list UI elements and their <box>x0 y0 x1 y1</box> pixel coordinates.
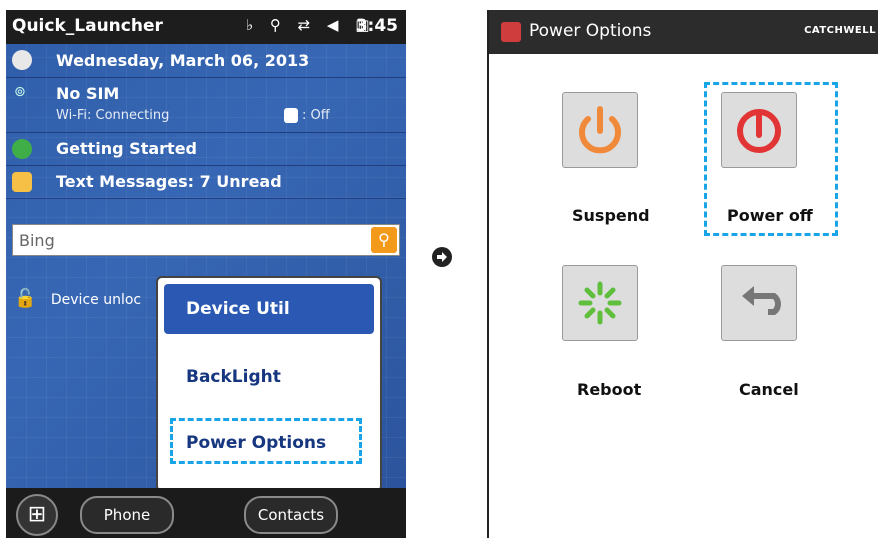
back-arrow-icon <box>742 286 781 315</box>
search-placeholder: Bing <box>19 231 55 250</box>
menu-item-device-util[interactable]: Device Util <box>164 284 374 334</box>
getting-started-row[interactable]: Getting Started <box>6 133 406 166</box>
phone-button[interactable]: Phone <box>80 496 174 534</box>
reboot-icon <box>578 281 622 325</box>
signal-icon: ⊚ <box>14 84 26 100</box>
reboot-label: Reboot <box>577 380 642 399</box>
search-icon[interactable]: ⚲ <box>371 227 397 253</box>
cancel-label: Cancel <box>739 380 799 399</box>
brand-logo: CATCHWELL <box>804 25 876 36</box>
app-title: Quick_Launcher <box>12 16 163 36</box>
wifi-status: Wi-Fi: Connecting <box>56 108 170 123</box>
cancel-button[interactable] <box>721 265 797 341</box>
left-phone-screen: Quick_Launcher ♭ ⚲ ⇄ ◀ ▥ 3:45 Wednesday,… <box>6 10 406 538</box>
suspend-button[interactable] <box>562 92 638 168</box>
messages-row[interactable]: Text Messages: 7 Unread <box>6 166 406 199</box>
unlock-text: Device unloc <box>50 292 142 308</box>
page-title: Power Options <box>529 21 652 41</box>
clock-icon <box>12 50 32 70</box>
suspend-label: Suspend <box>572 206 650 225</box>
clock: 3:45 <box>355 16 398 36</box>
bluetooth-icon <box>284 108 298 123</box>
contacts-button[interactable]: Contacts <box>244 496 338 534</box>
menu-item-backlight[interactable]: BackLight <box>164 352 374 402</box>
highlight-power-off <box>704 82 838 236</box>
status-bar: Quick_Launcher ♭ ⚲ ⇄ ◀ ▥ 3:45 <box>6 10 406 44</box>
date-text: Wednesday, March 06, 2013 <box>56 51 310 70</box>
device-unlock-row[interactable]: 🔓 Device unloc <box>14 288 141 309</box>
network-row[interactable]: ⊚ No SIM Wi-Fi: Connecting : Off <box>6 78 406 133</box>
search-input[interactable]: Bing ⚲ <box>12 224 400 256</box>
getting-started-icon <box>12 139 32 159</box>
bluetooth-status: : Off <box>302 108 330 123</box>
message-icon <box>12 172 32 192</box>
taskbar: ⊞ Phone Contacts <box>6 488 406 538</box>
arrow-right-icon <box>432 247 452 267</box>
start-button[interactable]: ⊞ <box>16 494 58 536</box>
getting-started-text: Getting Started <box>56 139 197 158</box>
header-bar: Power Options CATCHWELL <box>489 10 878 54</box>
network-status: No SIM <box>56 84 120 103</box>
reboot-button[interactable] <box>562 265 638 341</box>
messages-text: Text Messages: 7 Unread <box>56 172 282 191</box>
right-phone-screen: Power Options CATCHWELL Suspend Power of… <box>487 10 878 538</box>
suspend-icon <box>579 106 621 154</box>
date-row[interactable]: Wednesday, March 06, 2013 <box>6 44 406 78</box>
lock-icon: 🔓 <box>14 288 37 309</box>
power-app-icon <box>501 22 521 42</box>
highlight-power-options <box>170 418 362 464</box>
